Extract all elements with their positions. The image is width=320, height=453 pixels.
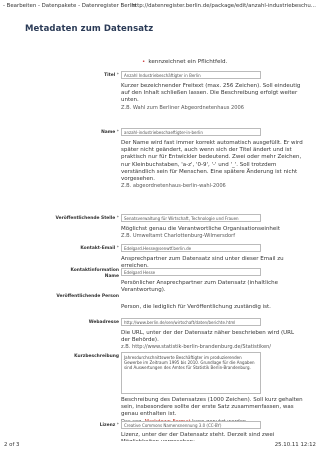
required-note-text: kennzeichnet ein Pflichtfeld. [148,59,228,65]
publisher-help: Möglichst genau die Verantwortliche Orga… [121,226,303,240]
print-header: - Bearbeiten - Datenpakete - Datenregist… [0,0,320,14]
print-footer: 2 of 3 25.10.11 12:12 [0,439,320,453]
required-note: • kennzeichnet ein Pflichtfeld. [142,59,227,65]
contact-name-help: Persönlicher Ansprechpartner zum Datensa… [121,280,279,294]
print-header-url: http://datenregister.berlin.de/package/e… [131,3,316,9]
website-input[interactable]: http://www.berlin.de/sen/wirtschaft/date… [121,318,261,326]
title-example: Z.B. Wahl zum Berliner Abgeordnetenhaus … [121,104,245,111]
form-page: Metadaten zum Datensatz • kennzeichnet ei… [25,16,305,441]
website-label: Webadresse [88,320,119,325]
publisher-label: Veröffentlichende Stelle * [55,216,119,221]
contact-name-label: Kontaktinformation Name [70,268,119,279]
title-input[interactable]: Anzahl Industriebeschäftigter in Berlin [121,71,261,79]
name-help: Der Name wird fast immer korrekt automat… [121,140,303,190]
name-input[interactable]: anzahl-industriebeschaeftigter-in-berlin [121,128,261,136]
title-help: Kurzer bezeichnender Freitext (max. 256 … [121,83,303,112]
license-label: Lizenz * [99,423,119,428]
title-label: Titel * [104,73,119,78]
page-count: 2 of 3 [4,442,20,448]
description-label: Kurzbeschreibung [74,354,119,359]
name-example: Z.B. abgeordnetenhaus-berlin-wahl-2006 [121,183,226,190]
contact-name-input[interactable]: Edelgard Hesse [121,268,261,276]
print-timestamp: 25.10.11 12:12 [274,442,316,448]
publisher-example: Z.B. Umweltamt Charlottenburg-Wilmersdor… [121,233,235,240]
section-title: Metadaten zum Datensatz [25,24,154,34]
contact-email-label: Kontakt-Email * [80,246,119,251]
contact-email-input[interactable]: Edelgard.Hesse@senwtf.berlin.de [121,244,261,252]
license-select[interactable]: Creative Commons Namensnennung 3.0 (CC-B… [121,421,261,429]
name-label: Name * [101,130,119,135]
website-example: z.B. http://www.statistik-berlin-branden… [121,344,272,351]
website-help: Die URL, unter der der Datensatz näher b… [121,330,303,352]
publisher-person-label: Veröffentlichende Person [56,294,119,299]
publisher-person-help: Person, die lediglich für Veröffentlichu… [121,304,271,310]
print-header-title: - Bearbeiten - Datenpakete - Datenregist… [3,3,137,9]
required-marker-icon: • [142,59,146,65]
publisher-input[interactable]: Senatsverwaltung für Wirtschaft, Technol… [121,214,261,222]
description-textarea[interactable]: Jahresdurchschnittswerte Beschäftigter i… [121,352,261,394]
